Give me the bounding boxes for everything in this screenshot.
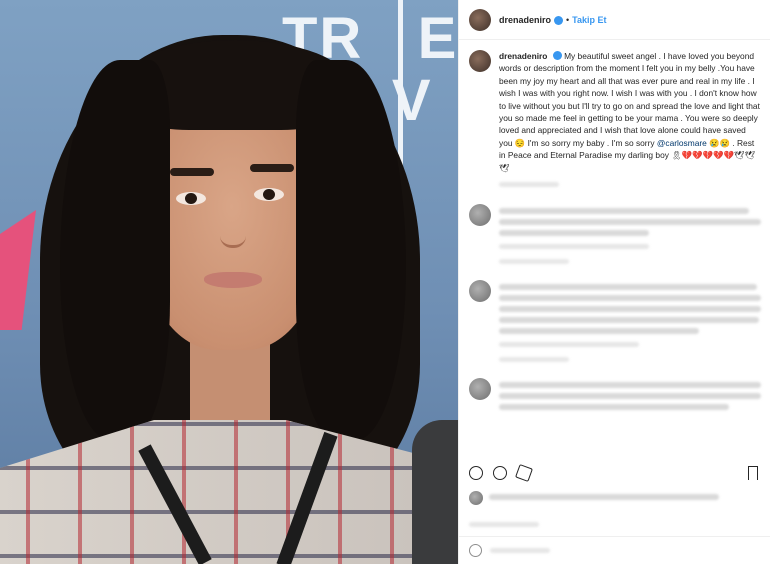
caption-text: drenadeniro My beautiful sweet angel . I… [499, 50, 760, 174]
blurred-text [499, 382, 761, 389]
follow-button[interactable]: Takip Et [572, 15, 606, 25]
add-comment-bar[interactable] [459, 536, 770, 564]
bookmark-icon[interactable] [748, 466, 758, 480]
verified-badge-icon [554, 16, 564, 25]
blurred-comment [499, 280, 761, 363]
post-timestamp-blurred [469, 514, 539, 532]
comment-avatar[interactable] [469, 280, 491, 303]
avatar[interactable] [469, 8, 491, 31]
blurred-text [469, 522, 539, 527]
right-eye [254, 188, 284, 201]
header-separator: • [566, 14, 570, 25]
caption-meta-blurred [499, 182, 770, 188]
blurred-text [499, 306, 761, 313]
hair-left [60, 60, 170, 440]
blurred-comment [499, 378, 761, 415]
blurred-text [499, 259, 569, 265]
blurred-text [499, 404, 729, 411]
post-photo[interactable]: TR E T V [0, 0, 458, 564]
blurred-text [489, 494, 719, 500]
blurred-text [499, 244, 649, 250]
verified-badge-icon [552, 51, 562, 60]
comment-item [469, 204, 761, 265]
comment-item [469, 280, 761, 363]
blurred-text [499, 284, 757, 291]
blurred-text [499, 317, 759, 324]
blurred-text [499, 208, 749, 215]
caption-avatar[interactable] [469, 50, 491, 72]
header-username[interactable]: drenadeniro [499, 15, 551, 25]
right-eyebrow [250, 164, 294, 172]
blurred-text [499, 393, 761, 400]
share-icon[interactable] [515, 464, 533, 482]
caption-username[interactable]: drenadeniro [499, 51, 547, 61]
smiley-icon[interactable] [469, 544, 482, 557]
comment-list [459, 192, 770, 415]
comment-icon[interactable] [493, 466, 507, 480]
post-actions [469, 464, 533, 482]
liker-avatar[interactable] [469, 490, 483, 505]
likes-row [469, 490, 759, 505]
left-eyebrow [170, 168, 214, 176]
nose [220, 208, 246, 248]
post-side-panel: drenadeniro • Takip Et drenadeniro My be… [458, 0, 770, 564]
blurred-comment [499, 204, 761, 265]
caption-body: My beautiful sweet angel . I have loved … [499, 51, 760, 148]
lips [204, 272, 262, 288]
comment-item [469, 378, 761, 415]
background-person [412, 420, 458, 564]
blurred-text [499, 219, 761, 226]
blurred-text [499, 342, 639, 348]
blurred-text [499, 328, 699, 335]
heart-icon[interactable] [469, 466, 483, 480]
left-eye [176, 192, 206, 205]
blurred-text [499, 230, 649, 237]
caption-mention[interactable]: @carlosmare [657, 138, 707, 148]
caption: drenadeniro My beautiful sweet angel . I… [459, 40, 770, 174]
post-header: drenadeniro • Takip Et [459, 0, 770, 40]
blurred-text [490, 548, 550, 553]
backdrop-pink-shape [0, 210, 36, 330]
blurred-text [499, 295, 761, 302]
blurred-text [499, 357, 569, 363]
comment-avatar[interactable] [469, 378, 491, 401]
comment-avatar[interactable] [469, 204, 491, 227]
blurred-text [499, 182, 559, 188]
